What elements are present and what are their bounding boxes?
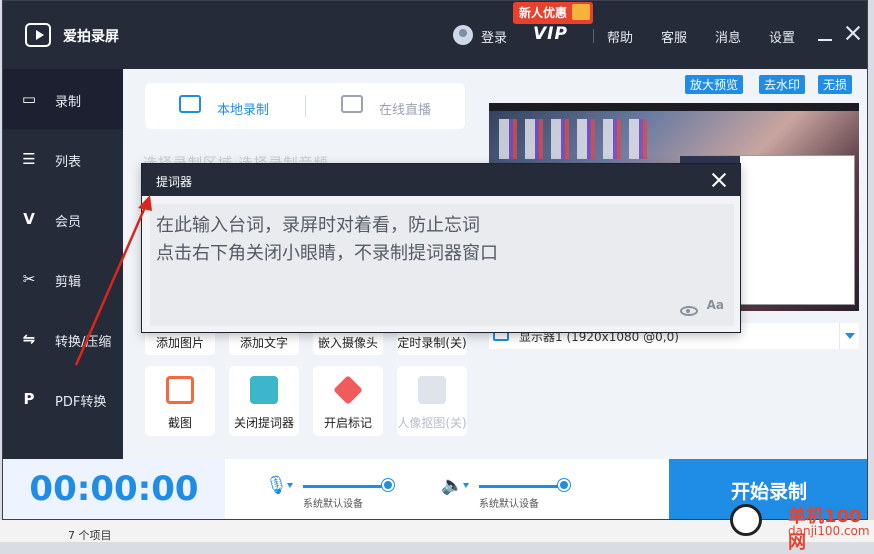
speaker-volume-slider[interactable] <box>479 479 571 491</box>
title-divider <box>593 29 594 43</box>
scheduled-record-button[interactable]: 定时录制(关) <box>397 331 467 355</box>
scissors-icon: ✂ <box>22 270 36 288</box>
tab-live-stream[interactable]: 在线直播 <box>379 99 431 118</box>
tool-label: 关闭提词器 <box>233 416 294 430</box>
portrait-icon <box>418 376 446 404</box>
watermark-url: danji100.com <box>788 524 870 538</box>
speaker-control: 🔈 系统默认设备 <box>441 469 581 513</box>
watermark-logo-icon <box>730 504 762 536</box>
vip-icon: V <box>23 210 35 228</box>
messages-link[interactable]: 消息 <box>715 27 741 46</box>
microphone-device-label: 系统默认设备 <box>303 499 363 510</box>
remove-watermark-button[interactable]: 去水印 <box>759 75 806 94</box>
gift-icon <box>572 4 591 20</box>
teleprompter-line-1: 在此输入台词，录屏时对着看，防止忘词 <box>156 215 480 236</box>
sidebar-item-label: 会员 <box>55 215 82 230</box>
sidebar-item-member[interactable]: V 会员 <box>3 189 123 249</box>
sidebar-item-label: 录制 <box>55 95 82 110</box>
settings-link[interactable]: 设置 <box>769 27 795 46</box>
sidebar-item-record[interactable]: ▭ 录制 <box>3 69 123 129</box>
teleprompter-text-area[interactable]: 在此输入台词，录屏时对着看，防止忘词 点击右下角关闭小眼睛，不录制提词器窗口 A… <box>150 204 734 326</box>
vip-promo-badge[interactable]: 新人优惠 <box>513 2 594 24</box>
close-icon[interactable] <box>710 171 728 189</box>
teleprompter-panel: 提词器 在此输入台词，录屏时对着看，防止忘词 点击右下角关闭小眼睛，不录制提词器… <box>141 163 741 333</box>
sidebar-item-label: 转换/压缩 <box>55 335 112 350</box>
tool-label: 截图 <box>167 416 192 430</box>
tab-local-record[interactable]: 本地录制 <box>217 99 269 118</box>
help-link[interactable]: 帮助 <box>607 27 633 46</box>
sidebar-item-edit[interactable]: ✂ 剪辑 <box>3 249 123 309</box>
slider-fill <box>479 485 565 488</box>
preview-taskbar <box>489 103 859 111</box>
microphone-control: 🎙 系统默认设备 <box>265 469 405 513</box>
list-icon: ☰ <box>22 150 36 168</box>
close-teleprompter-button[interactable]: 关闭提词器 <box>229 366 299 436</box>
speaker-device-label: 系统默认设备 <box>479 499 539 510</box>
title-bar: 爱拍录屏 登录 VIP 新人优惠 帮助 客服 消息 设置 <box>3 1 867 69</box>
sidebar-item-label: 剪辑 <box>55 275 82 290</box>
slider-knob[interactable] <box>382 479 395 491</box>
sidebar: ▭ 录制 ☰ 列表 V 会员 ✂ 剪辑 ⇋ 转换/压缩 P PDF转换 <box>3 69 123 459</box>
slider-fill <box>303 485 389 488</box>
microphone-volume-slider[interactable] <box>303 479 395 491</box>
convert-icon: ⇋ <box>22 330 36 348</box>
camera-icon: ▭ <box>21 90 37 108</box>
zoom-preview-button[interactable]: 放大预览 <box>685 75 744 94</box>
tab-separator <box>305 95 306 117</box>
close-window-button[interactable] <box>843 23 863 43</box>
sidebar-item-label: PDF转换 <box>55 395 107 410</box>
portrait-cutout-button[interactable]: 人像抠图(关) <box>397 366 467 436</box>
lossless-button[interactable]: 无损 <box>818 75 853 94</box>
login-link[interactable]: 登录 <box>481 27 507 46</box>
tool-label: 开启标记 <box>323 416 372 430</box>
sidebar-item-convert[interactable]: ⇋ 转换/压缩 <box>3 309 123 369</box>
preview-desktop-icons <box>499 119 649 159</box>
enable-marker-button[interactable]: 开启标记 <box>313 366 383 436</box>
chevron-down-icon[interactable] <box>463 483 469 488</box>
sidebar-item-label: 列表 <box>55 155 82 170</box>
teleprompter-title: 提词器 <box>156 175 193 189</box>
teleprompter-icon <box>250 376 278 404</box>
teleprompter-line-2: 点击右下角关闭小眼睛，不录制提词器窗口 <box>156 243 498 264</box>
support-link[interactable]: 客服 <box>661 27 687 46</box>
vip-link[interactable]: VIP <box>533 24 568 44</box>
add-image-button[interactable]: 添加图片 <box>145 331 215 355</box>
speaker-icon[interactable]: 🔈 <box>441 475 463 497</box>
sidebar-item-list[interactable]: ☰ 列表 <box>3 129 123 189</box>
app-window: 爱拍录屏 登录 VIP 新人优惠 帮助 客服 消息 设置 ▭ 录制 ☰ 列表 V… <box>2 0 868 520</box>
crop-icon <box>166 376 194 404</box>
record-timer: 00:00:00 <box>3 459 225 519</box>
app-logo-icon <box>25 23 51 47</box>
font-size-icon[interactable]: Aa <box>707 291 724 319</box>
chevron-down-icon[interactable] <box>839 323 859 349</box>
chevron-down-icon[interactable] <box>287 483 293 488</box>
app-title: 爱拍录屏 <box>63 29 119 45</box>
tool-label: 人像抠图(关) <box>397 416 467 430</box>
site-watermark: 单机100网 danji100.com <box>730 500 870 553</box>
microphone-icon[interactable]: 🎙 <box>265 475 288 497</box>
embed-camera-button[interactable]: 嵌入摄像头 <box>313 331 383 355</box>
minimize-button[interactable] <box>815 23 835 43</box>
eye-icon[interactable] <box>680 306 698 316</box>
live-icon <box>341 95 363 113</box>
sidebar-item-pdf[interactable]: P PDF转换 <box>3 369 123 429</box>
minimize-icon <box>818 39 832 41</box>
user-avatar-icon[interactable] <box>453 25 473 45</box>
vip-promo-label: 新人优惠 <box>519 6 568 20</box>
local-record-icon <box>179 95 201 113</box>
explorer-status: 7 个项目 <box>68 529 112 542</box>
add-text-button[interactable]: 添加文字 <box>229 331 299 355</box>
teleprompter-header: 提词器 <box>142 164 740 196</box>
slider-knob[interactable] <box>558 479 571 491</box>
record-mode-tabs: 本地录制 在线直播 <box>145 83 465 129</box>
marker-icon <box>333 375 363 405</box>
screenshot-button[interactable]: 截图 <box>145 366 215 436</box>
pdf-icon: P <box>23 390 35 408</box>
